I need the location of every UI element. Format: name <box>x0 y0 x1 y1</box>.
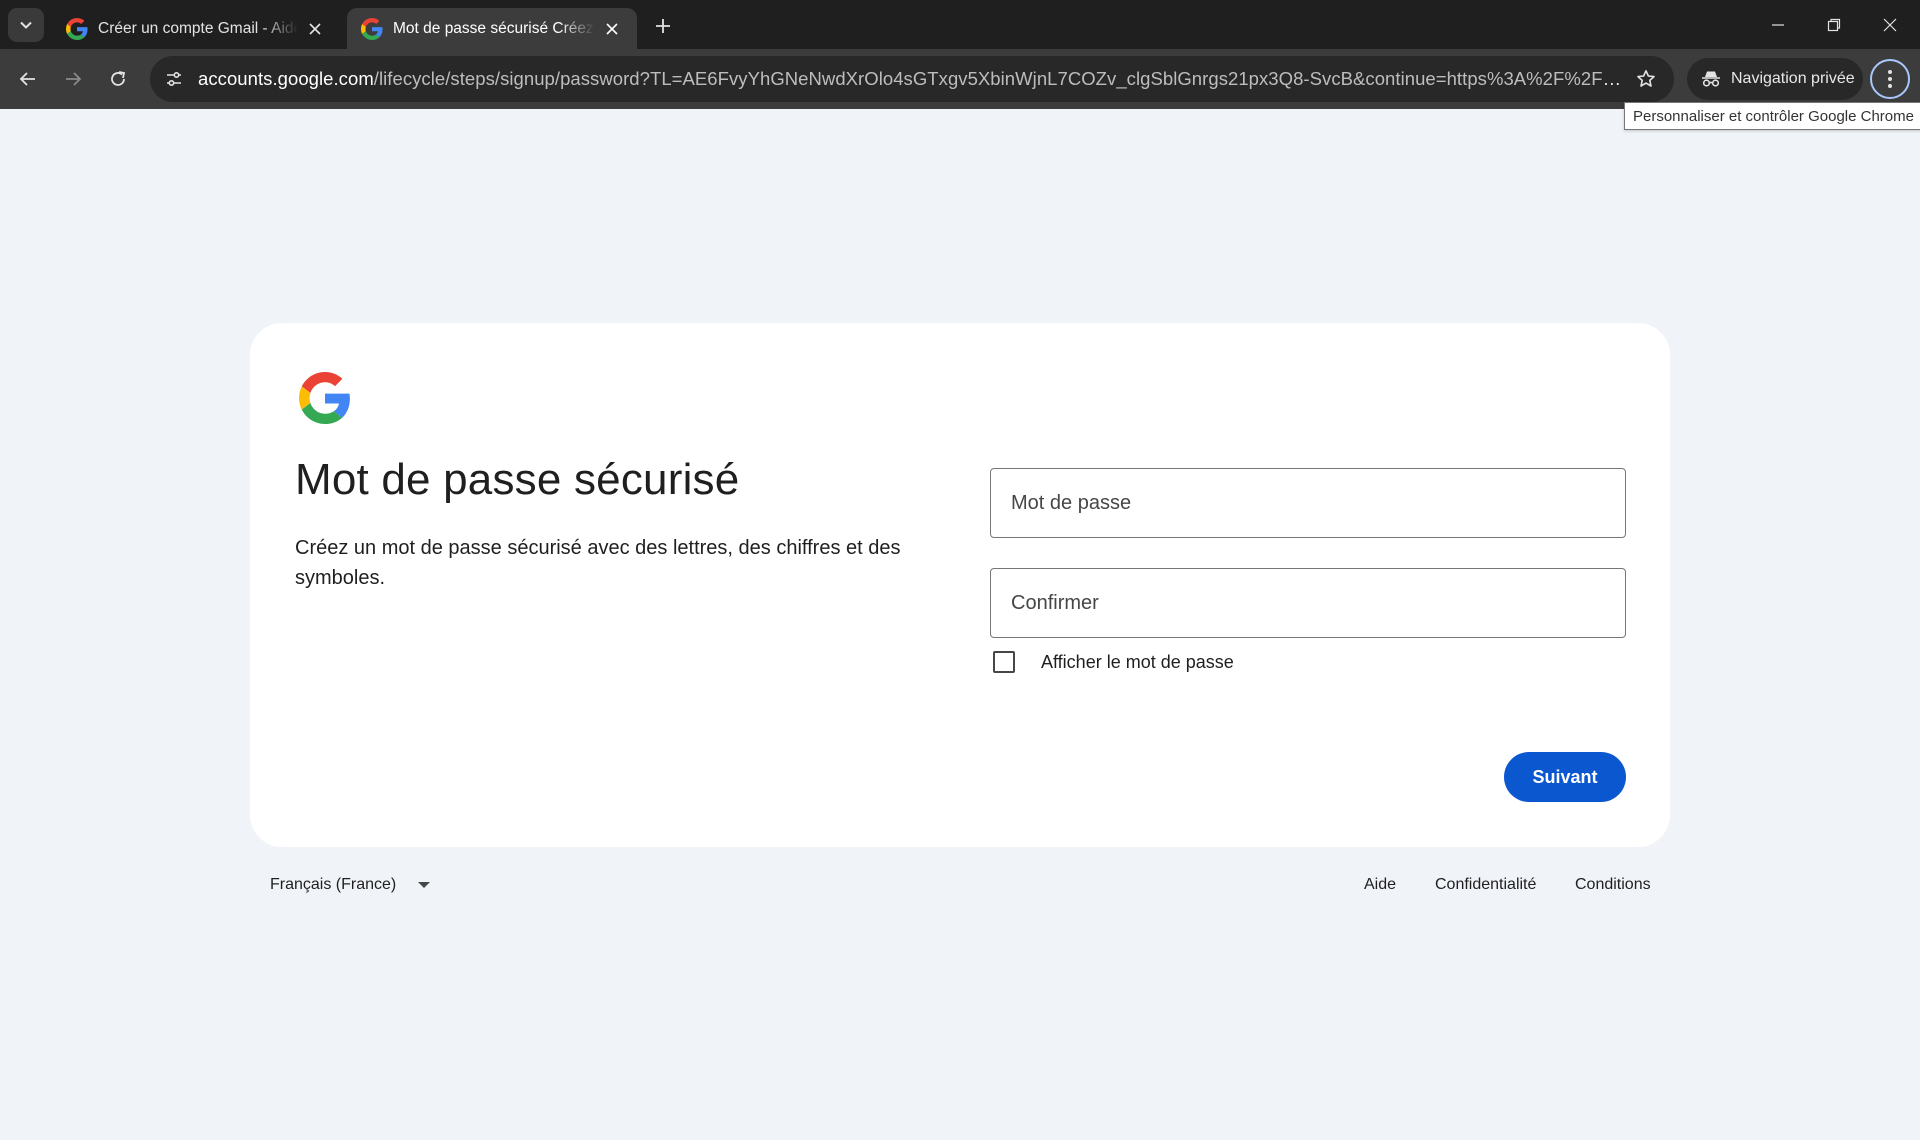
menu-tooltip: Personnaliser et contrôler Google Chrome <box>1624 102 1920 130</box>
forward-button[interactable] <box>55 61 91 97</box>
language-label: Français (France) <box>270 876 397 893</box>
next-button[interactable]: Suivant <box>1504 752 1626 802</box>
confirm-password-input[interactable] <box>1011 569 1625 637</box>
chevron-down-icon <box>20 21 32 29</box>
show-password-label: Afficher le mot de passe <box>1041 651 1234 672</box>
star-icon <box>1637 70 1655 87</box>
close-icon <box>1883 18 1897 31</box>
dropdown-arrow-icon <box>418 882 431 888</box>
page-description: Créez un mot de passe sécurisé avec des … <box>295 537 901 589</box>
browser-toolbar: accounts.google.com/lifecycle/steps/sign… <box>0 49 1920 109</box>
tab-strip: Créer un compte Gmail - Aide Gmail Mot d… <box>0 0 1920 49</box>
reload-icon <box>111 71 126 86</box>
restore-button[interactable] <box>1806 0 1862 49</box>
tab-gmail-help[interactable]: Créer un compte Gmail - Aide Gmail <box>52 8 340 49</box>
incognito-icon <box>1702 71 1720 87</box>
language-selector[interactable]: Français (France) <box>270 876 431 894</box>
bookmark-button[interactable] <box>1626 59 1666 99</box>
close-tab-button[interactable] <box>601 18 623 40</box>
arrow-right-icon <box>66 72 82 86</box>
url-domain: accounts.google.com <box>198 68 374 89</box>
google-logo-icon <box>299 372 350 424</box>
address-bar[interactable]: accounts.google.com/lifecycle/steps/sign… <box>150 56 1674 102</box>
show-password-toggle[interactable]: Afficher le mot de passe <box>993 651 1234 673</box>
url-text[interactable]: accounts.google.com/lifecycle/steps/sign… <box>194 68 1626 90</box>
minimize-icon <box>1772 23 1784 26</box>
window-close-button[interactable] <box>1862 0 1918 49</box>
arrow-left-icon <box>19 72 35 86</box>
google-g-icon <box>361 17 383 40</box>
reload-button[interactable] <box>100 61 136 97</box>
privacy-link[interactable]: Confidentialité <box>1435 876 1536 894</box>
help-link[interactable]: Aide <box>1364 876 1396 894</box>
site-info-button[interactable] <box>154 61 194 97</box>
google-g-icon <box>66 17 88 40</box>
close-tab-button[interactable] <box>304 18 326 40</box>
page-title: Mot de passe sécurisé <box>295 455 740 504</box>
tab-title: Créer un compte Gmail - Aide Gmail <box>98 19 298 37</box>
incognito-label: Navigation privée <box>1731 70 1855 87</box>
incognito-indicator[interactable]: Navigation privée <box>1687 58 1863 100</box>
tab-password[interactable]: Mot de passe sécurisé Créez un mot de pa… <box>347 8 637 49</box>
confirm-password-field[interactable] <box>990 568 1626 638</box>
tab-search-button[interactable] <box>8 8 44 42</box>
tab-title: Mot de passe sécurisé Créez un mot de pa… <box>393 19 595 37</box>
back-button[interactable] <box>10 61 46 97</box>
plus-icon <box>656 19 670 33</box>
restore-icon <box>1827 18 1841 31</box>
minimize-button[interactable] <box>1750 0 1806 49</box>
password-field[interactable] <box>990 468 1626 538</box>
close-icon <box>309 22 321 35</box>
url-path: /lifecycle/steps/signup/password?TL=AE6F… <box>373 68 1626 89</box>
tune-icon <box>167 71 181 87</box>
password-input[interactable] <box>1011 469 1625 537</box>
new-tab-button[interactable] <box>648 11 678 41</box>
close-icon <box>606 22 618 35</box>
more-vert-icon <box>1888 70 1892 88</box>
chrome-menu-button[interactable] <box>1870 59 1910 99</box>
signup-card: Mot de passe sécurisé Créez un mot de pa… <box>250 323 1670 847</box>
terms-link[interactable]: Conditions <box>1575 876 1651 894</box>
show-password-checkbox[interactable] <box>993 651 1015 673</box>
